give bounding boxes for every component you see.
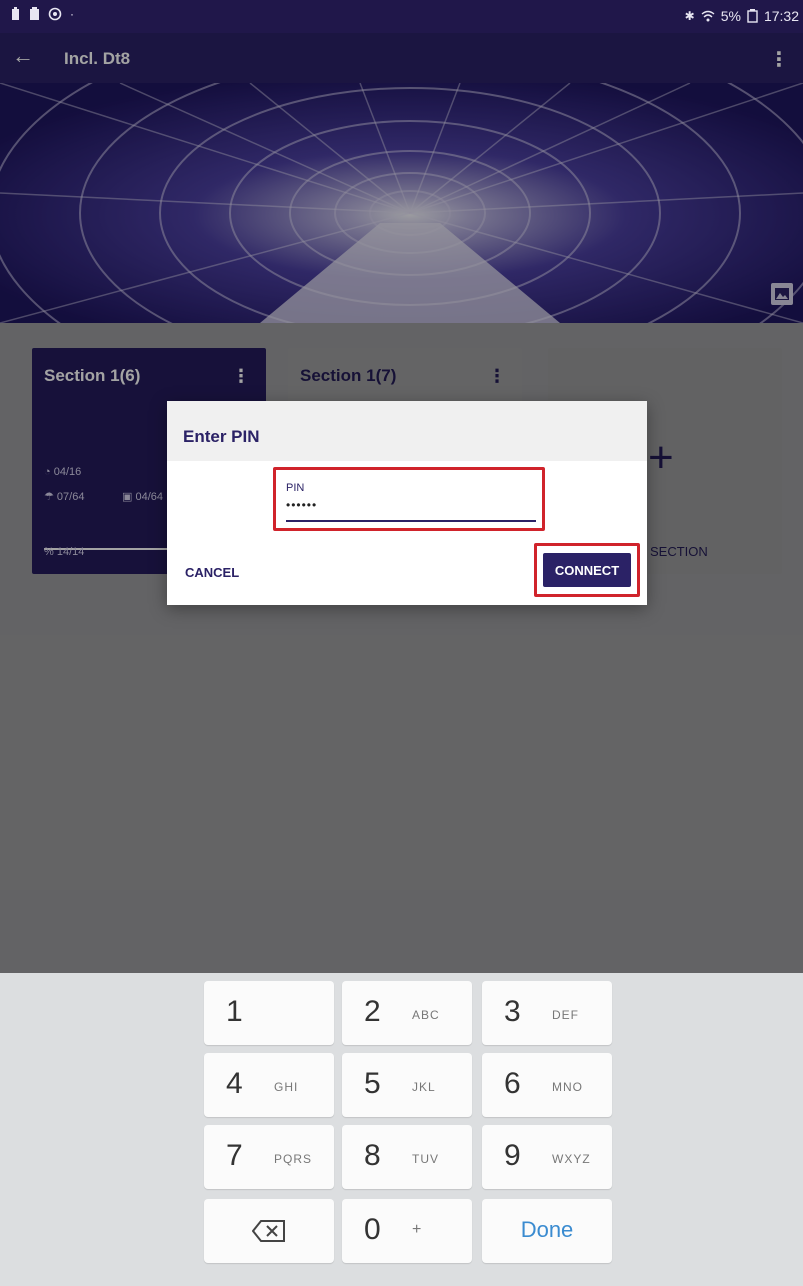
pin-underline [286, 520, 536, 522]
enter-pin-dialog: Enter PIN PIN •••••• CANCEL CONNECT [167, 401, 647, 605]
connect-highlight: CONNECT [534, 543, 640, 597]
key-6[interactable]: 6 MNO [482, 1053, 612, 1117]
key-0[interactable]: 0 + [342, 1199, 472, 1263]
done-key[interactable]: Done [482, 1199, 612, 1263]
connect-button[interactable]: CONNECT [543, 553, 631, 587]
pin-field[interactable]: PIN •••••• [273, 467, 545, 531]
battery-icon [747, 9, 758, 23]
key-4[interactable]: 4 GHI [204, 1053, 334, 1117]
key-8[interactable]: 8 TUV [342, 1125, 472, 1189]
pin-input[interactable]: •••••• [286, 498, 317, 512]
battery-percent: 5% [720, 8, 741, 24]
numeric-keyboard: 1 2 ABC 3 DEF 4 GHI 5 JKL 6 MNO 7 PQRS 8 TUV 9W… [0, 973, 803, 1286]
pin-label: PIN [286, 482, 305, 494]
bluetooth-icon: ✱ [684, 9, 695, 23]
clipboard-icon [30, 7, 39, 20]
backspace-icon [252, 1220, 285, 1242]
cancel-button[interactable]: CANCEL [185, 565, 239, 580]
key-1[interactable]: 1 [204, 981, 334, 1045]
key-5[interactable]: 5 JKL [342, 1053, 472, 1117]
dialog-title: Enter PIN [183, 427, 260, 446]
key-9[interactable]: 9 WXYZ [482, 1125, 612, 1189]
key-7[interactable]: 7 PQRS [204, 1125, 334, 1189]
clock: 17:32 [763, 8, 799, 24]
battery-saver-icon [12, 7, 19, 20]
key-3[interactable]: 3 DEF [482, 981, 612, 1045]
wifi-icon [701, 10, 715, 22]
status-bar: · ✱ 5% 17:32 [0, 0, 803, 33]
camera-icon [48, 7, 62, 21]
key-2[interactable]: 2 ABC [342, 981, 472, 1045]
dot-icon: · [70, 7, 74, 21]
backspace-key[interactable] [204, 1199, 334, 1263]
